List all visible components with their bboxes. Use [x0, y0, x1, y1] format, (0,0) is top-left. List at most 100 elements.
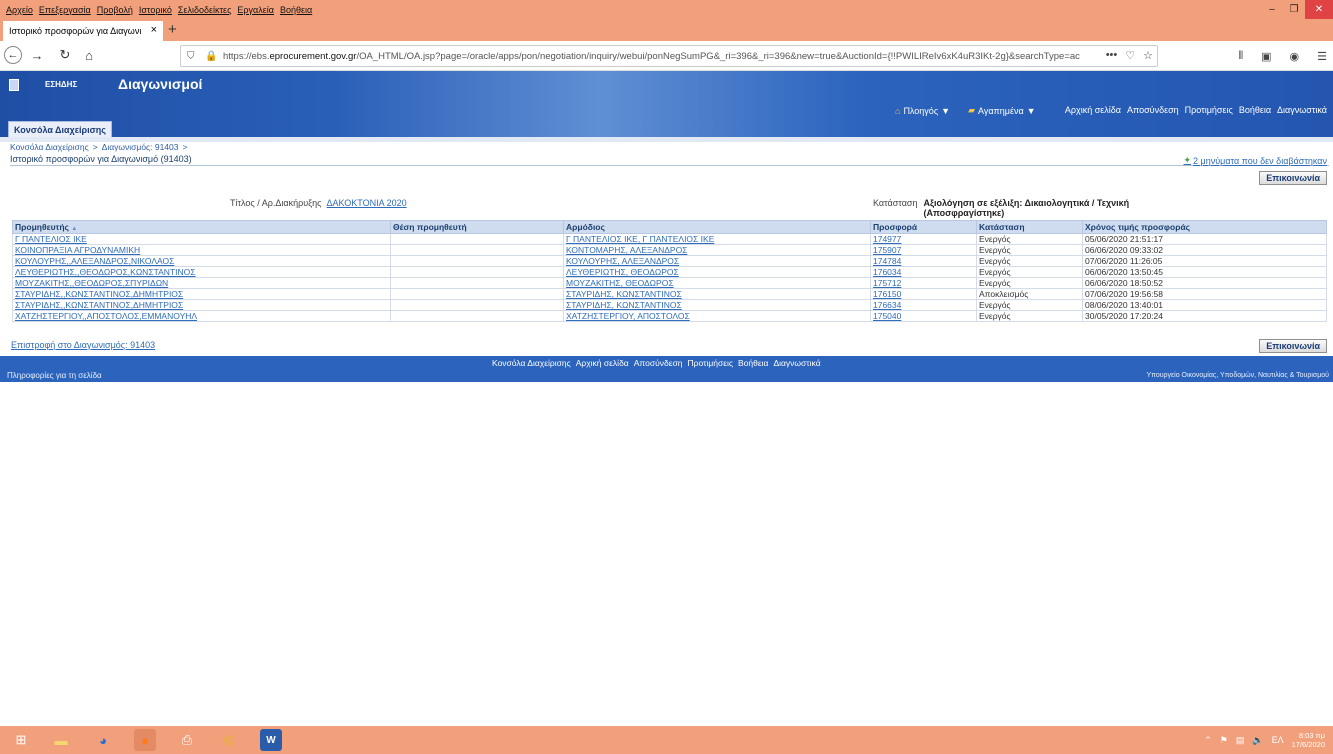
flag-icon[interactable]: ⚑ [1220, 735, 1228, 746]
supplier-cell[interactable]: ΚΟΙΝΟΠΡΑΞΙΑ ΑΓΡΟΔΥΝΑΜΙΚΗ [12, 244, 391, 256]
communication-button-bottom[interactable]: Επικοινωνία [1259, 339, 1327, 353]
bid-time-cell: 08/06/2020 13:40:01 [1082, 299, 1327, 311]
firefox-icon[interactable]: ● [134, 729, 156, 751]
contact-cell[interactable]: Γ ΠΑΝΤΕΛΙΟΣ ΙΚΕ, Γ ΠΑΝΤΕΛΙΟΣ ΙΚΕ [563, 233, 871, 245]
status-cell: Ενεργός [976, 299, 1083, 311]
page-actions-icon[interactable]: ••• [1106, 49, 1118, 62]
contact-cell[interactable]: ΣΤΑΥΡΙΔΗΣ, ΚΩΝΣΤΑΝΤΙΝΟΣ [563, 299, 871, 311]
bids-table: Προμηθευτής ▲ Θέση προμηθευτή Αρμόδιος Π… [12, 220, 1327, 322]
menu-item[interactable]: Αρχείο [6, 5, 33, 15]
browser-tab[interactable]: Ιστορικό προσφορών για Διαγωνι × [3, 21, 163, 41]
reload-button[interactable]: ↻ [56, 46, 74, 64]
bid-cell[interactable]: 174977 [870, 233, 977, 245]
top-link[interactable]: Προτιμήσεις [1185, 105, 1233, 115]
breadcrumb-item[interactable]: Κονσόλα Διαχείρισης [10, 142, 89, 152]
contact-cell[interactable]: ΚΟΥΛΟΥΡΗΣ, ΑΛΕΞΑΝΔΡΟΣ [563, 255, 871, 267]
new-tab-button[interactable]: + [168, 21, 177, 38]
table-row: ΚΟΥΛΟΥΡΗΣ,,ΑΛΕΞΑΝΔΡΟΣ,ΝΙΚΟΛΑΟΣ ΚΟΥΛΟΥΡΗΣ,… [12, 255, 1327, 267]
column-header-contact: Αρμόδιος [563, 220, 871, 234]
lock-icon[interactable]: 🔒 [205, 51, 219, 62]
folder-icon: ▰ [968, 105, 975, 115]
page-info-link[interactable]: Πληροφορίες για τη σελίδα [7, 371, 102, 380]
tender-link[interactable]: ΔΑΚΟΚΤΟΝΙΑ 2020 [327, 198, 407, 208]
menu-item[interactable]: Εργαλεία [237, 5, 274, 15]
bid-cell[interactable]: 176034 [870, 266, 977, 278]
bookmark-star-icon[interactable]: ☆ [1143, 49, 1153, 62]
contact-cell[interactable]: ΧΑΤΖΗΣΤΕΡΓΙΟΥ, ΑΠΟΣΤΟΛΟΣ [563, 310, 871, 322]
clock[interactable]: 8:03 πμ 17/6/2020 [1292, 731, 1325, 749]
menu-icon[interactable]: ☰ [1317, 50, 1327, 63]
minimize-button[interactable]: – [1261, 0, 1283, 19]
file-explorer-icon[interactable]: ▬ [50, 729, 72, 751]
contact-cell[interactable]: ΜΟΥΖΑΚΙΤΗΣ, ΘΕΟΔΩΡΟΣ [563, 277, 871, 289]
chrome-icon[interactable]: ◎ [218, 729, 240, 751]
menu-item[interactable]: Σελιδοδείκτες [178, 5, 232, 15]
supplier-cell[interactable]: ΚΟΥΛΟΥΡΗΣ,,ΑΛΕΞΑΝΔΡΟΣ,ΝΙΚΟΛΑΟΣ [12, 255, 391, 267]
back-button[interactable]: ← [4, 46, 22, 64]
return-to-tender-link[interactable]: Επιστροφή στο Διαγωνισμός: 91403 [11, 340, 155, 350]
app-icon[interactable]: ◕ [92, 729, 114, 751]
bid-cell[interactable]: 176634 [870, 299, 977, 311]
bid-cell[interactable]: 175712 [870, 277, 977, 289]
bid-cell[interactable]: 175040 [870, 310, 977, 322]
sort-asc-icon[interactable]: ▲ [71, 226, 77, 232]
bid-cell[interactable]: 176150 [870, 288, 977, 300]
close-window-button[interactable]: ✕ [1305, 0, 1333, 19]
supplier-cell[interactable]: ΧΑΤΖΗΣΤΕΡΓΙΟΥ,,ΑΠΟΣΤΟΛΟΣ,ΕΜΜΑΝΟΥΗΛ [12, 310, 391, 322]
navigator-menu[interactable]: ⌂ Πλοηγός ▼ [895, 106, 950, 116]
sidebar-icon[interactable]: ▣ [1261, 50, 1271, 63]
table-header-row: Προμηθευτής ▲ Θέση προμηθευτή Αρμόδιος Π… [12, 220, 1327, 234]
contact-cell[interactable]: ΚΟΝΤΟΜΑΡΗΣ, ΑΛΕΞΑΝΔΡΟΣ [563, 244, 871, 256]
breadcrumb-item[interactable]: Διαγωνισμός: 91403 [102, 142, 179, 152]
start-icon[interactable]: ⊞ [10, 729, 32, 751]
navigation-bar: ← → ↻ ⌂ ⛉ 🔒 https://ebs.eprocurement.gov… [0, 41, 1333, 71]
language-indicator[interactable]: ΕΛ [1272, 735, 1284, 745]
bid-time-cell: 07/06/2020 11:26:05 [1082, 255, 1327, 267]
supplier-position-cell [390, 266, 564, 278]
pocket-icon[interactable]: ♡ [1125, 49, 1135, 62]
menu-item[interactable]: Προβολή [97, 5, 133, 15]
menu-item[interactable]: Βοήθεια [280, 5, 312, 15]
footer-link[interactable]: Αποσύνδεση [634, 358, 683, 368]
top-link[interactable]: Βοήθεια [1239, 105, 1271, 115]
supplier-cell[interactable]: ΜΟΥΖΑΚΙΤΗΣ,,ΘΕΟΔΩΡΟΣ,ΣΠΥΡΙΔΩΝ [12, 277, 391, 289]
bid-time-cell: 06/06/2020 18:50:52 [1082, 277, 1327, 289]
footer-link[interactable]: Κονσόλα Διαχείρισης [492, 358, 571, 368]
footer-link[interactable]: Αρχική σελίδα [576, 358, 629, 368]
tab-console[interactable]: Κονσόλα Διαχείρισης [8, 121, 112, 137]
shield-icon[interactable]: ⛉ [187, 51, 201, 62]
unread-messages-link[interactable]: ✦ 2 μηνύματα που δεν διαβάστηκαν [1183, 155, 1327, 166]
top-link[interactable]: Διαγνωστικά [1277, 105, 1327, 115]
close-tab-icon[interactable]: × [151, 24, 157, 36]
menu-item[interactable]: Επεξεργασία [39, 5, 91, 15]
contact-cell[interactable]: ΣΤΑΥΡΙΔΗΣ, ΚΩΝΣΤΑΝΤΙΝΟΣ [563, 288, 871, 300]
extension-icon[interactable]: ◉ [1290, 50, 1300, 63]
maximize-button[interactable]: ❐ [1283, 0, 1305, 19]
top-link[interactable]: Αποσύνδεση [1127, 105, 1179, 115]
printer-icon[interactable]: ⎙ [176, 729, 198, 751]
network-icon[interactable]: ▤ [1236, 735, 1245, 746]
menu-item[interactable]: Ιστορικό [139, 5, 172, 15]
tray-arrow-icon[interactable]: ⌃ [1204, 735, 1212, 746]
supplier-cell[interactable]: ΣΤΑΥΡΙΔΗΣ,,ΚΩΝΣΤΑΝΤΙΝΟΣ,ΔΗΜΗΤΡΙΟΣ [12, 288, 391, 300]
favorites-menu[interactable]: ▰ Αγαπημένα ▼ [968, 105, 1036, 116]
word-icon[interactable]: W [260, 729, 282, 751]
contact-cell[interactable]: ΛΕΥΘΕΡΙΩΤΗΣ, ΘΕΟΔΩΡΟΣ [563, 266, 871, 278]
dropdown-arrow-icon: ▼ [1026, 105, 1036, 116]
volume-icon[interactable]: 🔈 [1252, 735, 1263, 746]
footer-link[interactable]: Βοήθεια [738, 358, 768, 368]
supplier-cell[interactable]: ΣΤΑΥΡΙΔΗΣ,,ΚΩΝΣΤΑΝΤΙΝΟΣ,ΔΗΜΗΤΡΙΟΣ [12, 299, 391, 311]
library-icon[interactable]: ⫴ [1238, 50, 1243, 63]
bid-cell[interactable]: 175907 [870, 244, 977, 256]
home-button[interactable]: ⌂ [80, 46, 98, 64]
supplier-cell[interactable]: ΛΕΥΘΕΡΙΩΤΗΣ,,ΘΕΟΔΩΡΟΣ,ΚΩΝΣΤΑΝΤΙΝΟΣ [12, 266, 391, 278]
communication-button[interactable]: Επικοινωνία [1259, 171, 1327, 185]
url-bar[interactable]: ⛉ 🔒 https://ebs.eprocurement.gov.gr/OA_H… [180, 45, 1158, 67]
bid-cell[interactable]: 174784 [870, 255, 977, 267]
forward-button[interactable]: → [28, 46, 46, 64]
supplier-cell[interactable]: Γ ΠΑΝΤΕΛΙΟΣ ΙΚΕ [12, 233, 391, 245]
footer-link[interactable]: Προτιμήσεις [688, 358, 733, 368]
column-header-supplier[interactable]: Προμηθευτής ▲ [12, 220, 391, 234]
footer-link[interactable]: Διαγνωστικά [773, 358, 820, 368]
top-link[interactable]: Αρχική σελίδα [1065, 105, 1121, 115]
